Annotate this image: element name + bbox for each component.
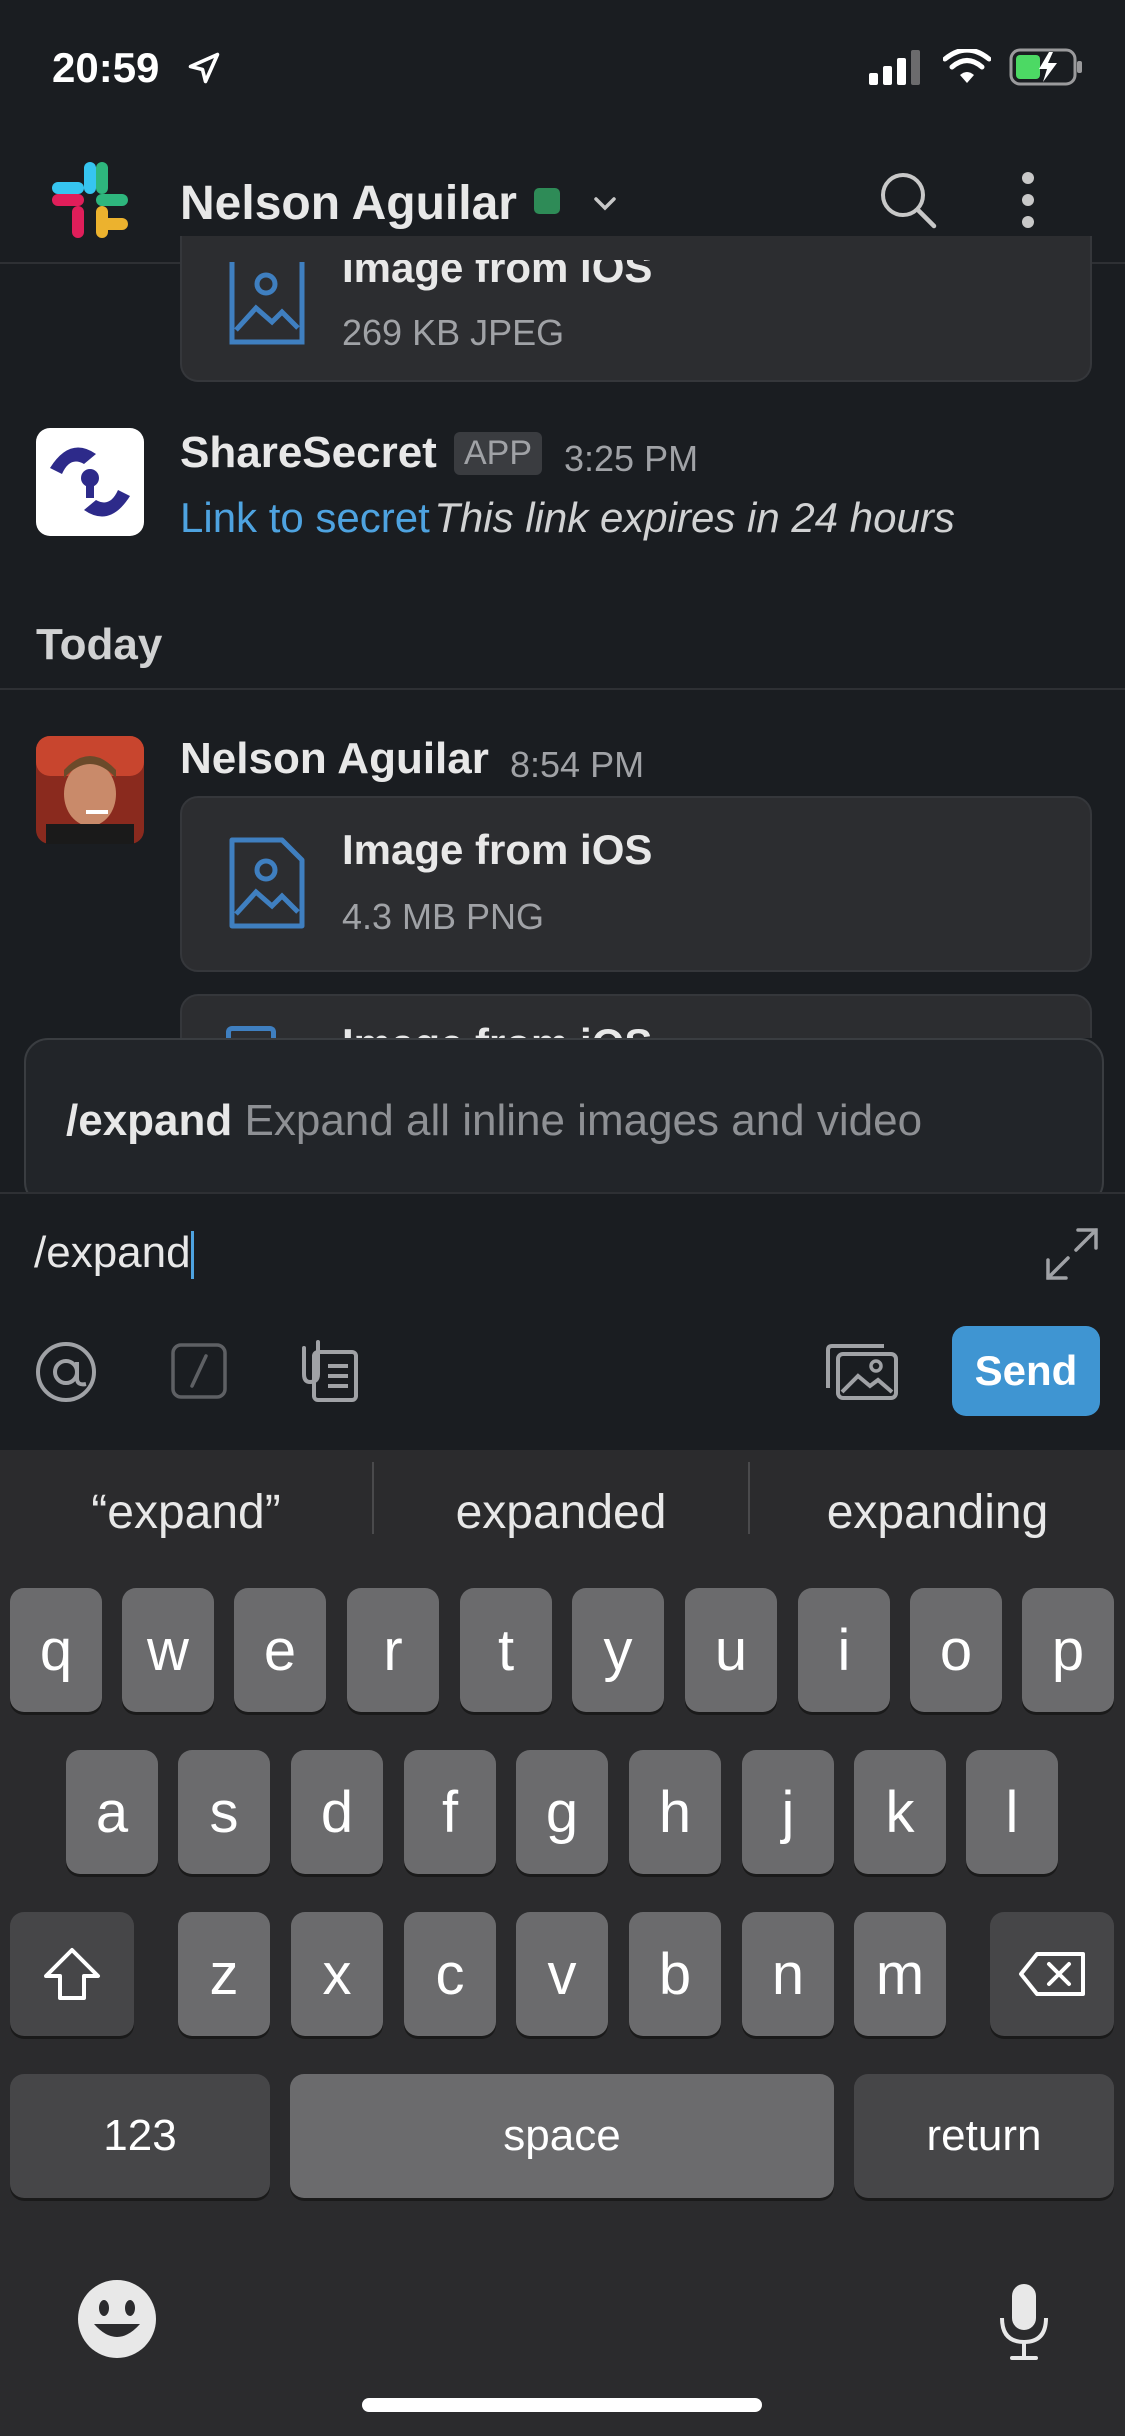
emoji-icon[interactable]: [76, 2278, 158, 2360]
slack-logo-icon[interactable]: [48, 158, 132, 242]
key[interactable]: h: [629, 1750, 721, 1874]
key[interactable]: w: [122, 1588, 214, 1712]
status-indicators: [869, 48, 1085, 86]
backspace-icon: [1019, 1952, 1085, 1996]
key[interactable]: y: [572, 1588, 664, 1712]
message-sender[interactable]: Nelson Aguilar: [180, 734, 489, 784]
file-meta: 269 KB JPEG: [342, 312, 565, 353]
presence-indicator: [534, 188, 560, 214]
message-body: Link to secret This link expires in 24 h…: [180, 494, 955, 542]
key[interactable]: q: [10, 1588, 102, 1712]
message-text: This link expires in 24 hours: [434, 494, 955, 541]
microphone-icon[interactable]: [996, 2282, 1052, 2362]
key[interactable]: b: [629, 1912, 721, 2036]
photo-gallery-icon[interactable]: [824, 1342, 900, 1402]
send-button[interactable]: Send: [952, 1326, 1100, 1416]
user-avatar[interactable]: [36, 736, 144, 844]
command-description: Expand all inline images and video: [244, 1096, 923, 1145]
text-caret: [190, 1231, 194, 1280]
location-arrow-icon: [188, 52, 220, 84]
file-attachment[interactable]: [180, 236, 1092, 382]
key[interactable]: g: [516, 1750, 608, 1874]
key[interactable]: v: [516, 1912, 608, 2036]
return-key[interactable]: return: [854, 2074, 1114, 2198]
key[interactable]: z: [178, 1912, 270, 2036]
autocomplete-suggestion[interactable]: expanded: [374, 1466, 748, 1558]
key[interactable]: e: [234, 1588, 326, 1712]
key[interactable]: o: [910, 1588, 1002, 1712]
file-meta: 4.3 MB PNG: [342, 896, 545, 937]
key[interactable]: u: [685, 1588, 777, 1712]
key[interactable]: k: [854, 1750, 946, 1874]
message-timestamp: 3:25 PM: [564, 438, 699, 479]
search-icon[interactable]: [876, 168, 940, 232]
message-timestamp: 8:54 PM: [510, 744, 645, 785]
key[interactable]: s: [178, 1750, 270, 1874]
day-divider: [0, 688, 1125, 690]
battery-charging-icon: [1009, 48, 1082, 86]
conversation-title[interactable]: Nelson Aguilar: [180, 176, 517, 231]
key[interactable]: d: [291, 1750, 383, 1874]
autocomplete-suggestion[interactable]: “expand”: [0, 1466, 372, 1558]
file-attachment-clipped: Image from iOS: [180, 994, 1092, 1038]
cellular-signal-icon: [869, 50, 920, 85]
key[interactable]: r: [347, 1588, 439, 1712]
home-indicator[interactable]: [362, 2398, 762, 2412]
status-time: 20:59: [52, 44, 160, 91]
wifi-icon: [943, 49, 991, 83]
command-name: /expand: [66, 1096, 233, 1145]
key[interactable]: m: [854, 1912, 946, 2036]
key[interactable]: f: [404, 1750, 496, 1874]
message-sender[interactable]: ShareSecret: [180, 428, 437, 478]
message-input-value: /expand: [34, 1228, 191, 1277]
file-name: Image from iOS: [342, 1020, 652, 1038]
app-badge: APP: [454, 432, 543, 475]
key[interactable]: t: [460, 1588, 552, 1712]
key[interactable]: j: [742, 1750, 834, 1874]
mention-icon[interactable]: [34, 1340, 98, 1404]
file-attachment[interactable]: [180, 796, 1092, 972]
attach-file-icon[interactable]: [300, 1338, 360, 1404]
key[interactable]: a: [66, 1750, 158, 1874]
message-input[interactable]: /expand: [34, 1228, 194, 1280]
file-name: Image from iOS: [342, 826, 653, 873]
backspace-key[interactable]: [990, 1912, 1114, 2036]
space-key[interactable]: space: [290, 2074, 834, 2198]
key[interactable]: c: [404, 1912, 496, 2036]
day-divider-label: Today: [36, 620, 163, 669]
key[interactable]: x: [291, 1912, 383, 2036]
key[interactable]: l: [966, 1750, 1058, 1874]
autocomplete-suggestion[interactable]: expanding: [750, 1466, 1125, 1558]
image-file-icon: [229, 837, 305, 929]
chevron-down-icon[interactable]: [592, 192, 618, 214]
more-options-icon[interactable]: [1012, 168, 1044, 232]
expand-composer-icon[interactable]: [1044, 1226, 1100, 1282]
sharesecret-app-avatar[interactable]: [36, 428, 144, 536]
key[interactable]: n: [742, 1912, 834, 2036]
secret-link[interactable]: Link to secret: [180, 494, 430, 541]
slash-command-suggestion[interactable]: /expand Expand all inline images and vid…: [66, 1096, 922, 1146]
shift-key[interactable]: [10, 1912, 134, 2036]
key[interactable]: i: [798, 1588, 890, 1712]
slash-command-icon[interactable]: [170, 1342, 228, 1400]
shift-icon: [44, 1948, 100, 2000]
key[interactable]: p: [1022, 1588, 1114, 1712]
image-file-icon: [229, 262, 305, 345]
numbers-key[interactable]: 123: [10, 2074, 270, 2198]
